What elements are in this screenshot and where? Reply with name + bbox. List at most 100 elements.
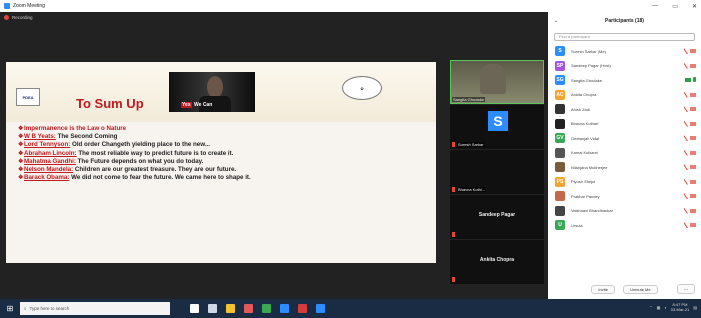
- network-icon[interactable]: ▦: [657, 305, 661, 310]
- pdea-logo: PDEA: [16, 88, 40, 106]
- participant-row[interactable]: SP Sandeep Pagar (Host): [548, 59, 701, 74]
- bullet-text: The Second Coming: [55, 133, 118, 141]
- mic-muted-icon: [684, 62, 688, 69]
- avatar: PS: [555, 176, 565, 187]
- participant-row[interactable]: Prakhar Pandey: [548, 189, 701, 204]
- bullet-diamond-icon: ❖: [18, 166, 24, 174]
- mic-muted-icon: [684, 106, 688, 112]
- mic-muted-icon: [684, 178, 688, 185]
- participant-name: Geetanjali Vidal: [571, 135, 599, 141]
- video-tile[interactable]: Sangita Ghodake: [450, 60, 544, 104]
- maximize-button[interactable]: ▭: [672, 3, 678, 10]
- taskbar-clock[interactable]: 8:47 PM 03-Mar-21: [671, 302, 689, 312]
- mic-muted-icon: [684, 222, 688, 228]
- slide-bullet: ❖ Nelson Mandela: Children are our greate…: [18, 166, 313, 174]
- video-tile[interactable]: Ankita Chopra: [450, 240, 544, 284]
- participant-row[interactable]: Nilanjana Mukherjee: [548, 160, 701, 175]
- avatar: AC: [555, 89, 565, 100]
- chrome-icon[interactable]: [262, 304, 271, 313]
- participant-row[interactable]: GV Geetanjali Vidal: [548, 131, 701, 146]
- obama-photo: Yes We Can: [169, 72, 255, 112]
- shared-slide: PDEA To Sum Up Yes We Can ✿ ❖ Impermanenc…: [6, 62, 436, 263]
- participant-status-icons: [684, 193, 696, 199]
- camera-off-icon: [690, 107, 696, 111]
- bullet-diamond-icon: ❖: [18, 174, 24, 182]
- avatar: SG: [555, 75, 565, 86]
- camera-off-icon: [690, 223, 696, 227]
- chevron-up-icon[interactable]: ⌃: [649, 305, 652, 310]
- task-view-icon[interactable]: [208, 304, 217, 313]
- participant-status-icons: [684, 106, 696, 112]
- bullet-author: Lord Tennyson:: [24, 141, 71, 149]
- camera-off-icon: [690, 150, 696, 155]
- camera-off-icon: [690, 92, 696, 97]
- notifications-icon[interactable]: ▤: [693, 305, 697, 310]
- recording-indicator[interactable]: Recording: [4, 15, 33, 20]
- unmute-me-button[interactable]: Unmute Me: [622, 284, 658, 294]
- cortana-icon[interactable]: [190, 304, 199, 313]
- participant-status-icons: [685, 77, 696, 82]
- file-explorer-icon[interactable]: [226, 304, 235, 313]
- participant-search-input[interactable]: Find a participant: [554, 33, 695, 41]
- more-button[interactable]: ...: [676, 284, 695, 294]
- participant-row[interactable]: Anish Zadi: [548, 102, 701, 117]
- participant-status-icons: [684, 222, 696, 228]
- participant-row[interactable]: PS Piyush Shejul: [548, 175, 701, 190]
- bullet-text: We did not come to fear the future. We c…: [69, 174, 251, 182]
- edge-icon[interactable]: [280, 304, 289, 313]
- bullet-author: Barack Obama:: [24, 174, 70, 182]
- bullet-diamond-icon: ❖: [18, 149, 24, 157]
- participant-name: Nilanjana Mukherjee: [571, 164, 608, 170]
- bullet-text: The Future depends on what you do today.: [75, 157, 204, 165]
- chevron-down-icon[interactable]: ⌄: [554, 18, 558, 24]
- close-button[interactable]: ✕: [692, 3, 697, 10]
- slide-bullet: ❖ W B Yeats: The Second Coming: [18, 133, 313, 141]
- participant-name: Anish Zadi: [571, 106, 590, 112]
- participant-row[interactable]: U Ursula: [548, 218, 701, 233]
- participants-footer: Invite Unmute Me ...: [548, 282, 701, 296]
- participant-status-icons: [684, 48, 696, 54]
- meeting-area: Recording PDEA To Sum Up Yes We Can ✿ ❖ I…: [0, 12, 548, 299]
- camera-off-icon: [690, 165, 696, 169]
- pdf-icon[interactable]: [298, 304, 307, 313]
- avatar: [555, 104, 565, 115]
- video-tiles: Sangita Ghodake S Suresh Sarkar Bhavna Koth…: [450, 60, 544, 285]
- camera-off-icon: [690, 179, 696, 184]
- camera-off-icon: [690, 194, 696, 198]
- photo-face: [207, 76, 223, 98]
- recording-label: Recording: [12, 15, 33, 20]
- taskbar-search-input[interactable]: ⌕ Type here to search: [20, 302, 170, 315]
- avatar: S: [555, 46, 565, 57]
- bullet-diamond-icon: ❖: [18, 141, 24, 149]
- zoom-icon[interactable]: [316, 304, 325, 313]
- participant-row[interactable]: SG Sangita Ghodake: [548, 73, 701, 88]
- store-icon[interactable]: [244, 304, 253, 313]
- mic-muted-icon: [684, 164, 688, 170]
- participant-row[interactable]: Kamal Kulkarni: [548, 146, 701, 161]
- windows-start-icon[interactable]: ⊞: [0, 299, 20, 318]
- mic-muted-icon: [684, 120, 688, 127]
- invite-button[interactable]: Invite: [591, 284, 615, 294]
- participants-panel: ⌄ Participants (18) Find a participant S…: [548, 12, 701, 299]
- slide-bullet: ❖ Impermanence is the Law o Nature: [18, 125, 313, 133]
- bullet-author: Mahatma Gandhi:: [24, 157, 76, 165]
- video-tile[interactable]: Bhavna Kothi...: [450, 150, 544, 194]
- minimize-button[interactable]: —: [652, 3, 658, 9]
- participant-list: S Suresh Sarkar (Me) SP Sandeep Pagar (Host…: [548, 44, 701, 233]
- participant-row[interactable]: S Suresh Sarkar (Me): [548, 44, 701, 59]
- video-tile[interactable]: Sandeep Pagar: [450, 195, 544, 239]
- slide-bullet: ❖ Barack Obama: We did not come to fear t…: [18, 174, 313, 182]
- volume-icon[interactable]: ◖: [664, 305, 666, 310]
- avatar: SP: [555, 60, 565, 71]
- video-tile[interactable]: S Suresh Sarkar: [450, 105, 544, 149]
- system-tray: ⌃ ▦ ◖ 8:47 PM 03-Mar-21 ▤: [649, 302, 697, 312]
- participant-row[interactable]: AC Ankita Chopra: [548, 88, 701, 103]
- participant-name: Prakhar Pandey: [571, 193, 600, 199]
- bullet-text: The most reliable way to predict future …: [76, 149, 234, 157]
- avatar: [555, 162, 565, 173]
- participant-name: Sandeep Pagar (Host): [571, 63, 611, 69]
- tile-center-name: Ankita Chopra: [479, 257, 515, 263]
- participant-row[interactable]: Bhavna Kothari: [548, 117, 701, 132]
- participant-row[interactable]: Vaishnavi Bhandhankar: [548, 204, 701, 219]
- avatar: [555, 191, 565, 202]
